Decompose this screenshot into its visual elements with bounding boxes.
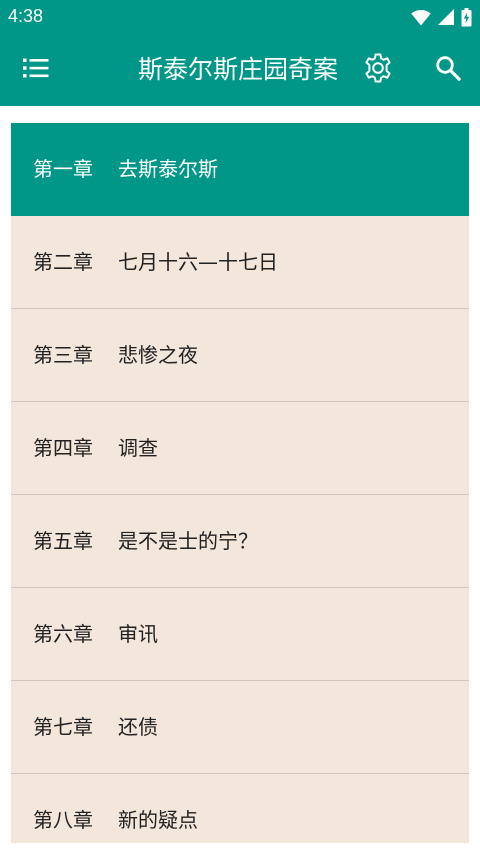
chapter-number: 第三章 <box>33 343 93 367</box>
chapter-number: 第八章 <box>33 808 93 832</box>
gear-icon <box>362 52 394 88</box>
chapter-item[interactable]: 第七章 还债 <box>11 681 469 774</box>
chapter-number: 第四章 <box>33 436 93 460</box>
app-bar: 斯泰尔斯庄园奇案 <box>0 33 480 106</box>
status-bar: 4:38 <box>0 0 480 33</box>
chapter-item[interactable]: 第二章 七月十六—十七日 <box>11 216 469 309</box>
app-title: 斯泰尔斯庄园奇案 <box>137 55 338 84</box>
chapter-item[interactable]: 第一章 去斯泰尔斯 <box>11 123 469 216</box>
chapter-title: 悲惨之夜 <box>118 343 198 367</box>
signal-icon <box>437 8 455 26</box>
status-time: 4:38 <box>8 6 44 26</box>
chapter-number: 第五章 <box>33 529 93 553</box>
chapter-item[interactable]: 第八章 新的疑点 <box>11 774 469 843</box>
content-area: 第一章 去斯泰尔斯 第二章 七月十六—十七日 第三章 悲惨之夜 第四章 调查 第… <box>0 106 480 853</box>
menu-list-icon <box>23 57 49 83</box>
chapter-title: 还债 <box>118 715 158 739</box>
chapter-item[interactable]: 第四章 调查 <box>11 402 469 495</box>
menu-button[interactable] <box>14 50 58 90</box>
chapter-item[interactable]: 第六章 审讯 <box>11 588 469 681</box>
chapter-number: 第七章 <box>33 715 93 739</box>
chapter-title: 七月十六—十七日 <box>118 250 278 274</box>
chapter-number: 第二章 <box>33 250 93 274</box>
chapter-number: 第六章 <box>33 622 93 646</box>
search-button[interactable] <box>426 49 470 91</box>
chapter-title: 新的疑点 <box>118 808 198 832</box>
chapter-title: 是不是士的宁？ <box>118 529 258 553</box>
chapter-title: 调查 <box>118 436 158 460</box>
chapter-title: 去斯泰尔斯 <box>118 157 218 181</box>
chapter-item[interactable]: 第三章 悲惨之夜 <box>11 309 469 402</box>
chapter-number: 第一章 <box>33 157 93 181</box>
settings-button[interactable] <box>356 49 400 91</box>
search-icon <box>435 55 462 85</box>
chapter-title: 审讯 <box>118 622 158 646</box>
chapter-item[interactable]: 第五章 是不是士的宁？ <box>11 495 469 588</box>
chapter-list[interactable]: 第一章 去斯泰尔斯 第二章 七月十六—十七日 第三章 悲惨之夜 第四章 调查 第… <box>11 123 469 843</box>
status-icons <box>411 6 472 28</box>
wifi-icon <box>411 9 431 26</box>
battery-charging-icon <box>461 7 472 27</box>
